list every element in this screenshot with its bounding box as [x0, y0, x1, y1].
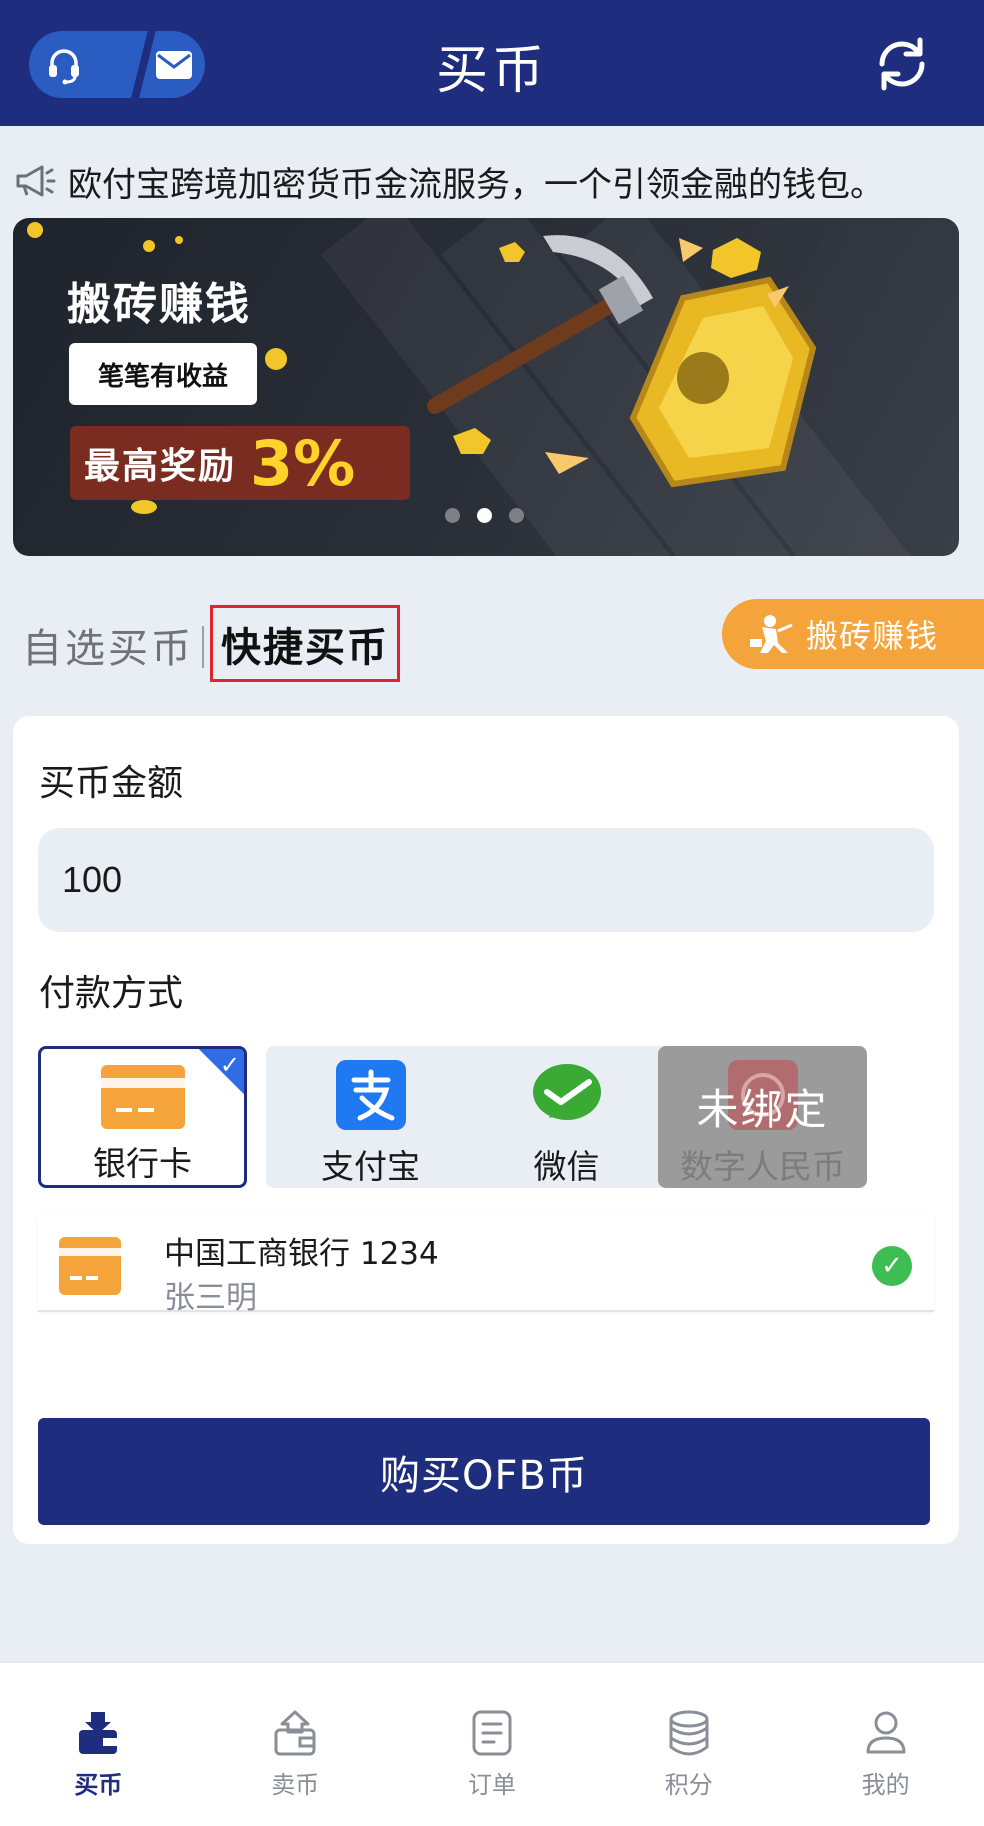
- payment-label: 银行卡: [93, 1144, 192, 1183]
- reward-label: 最高奖励: [84, 446, 237, 487]
- earn-money-label: 搬砖赚钱: [806, 617, 939, 655]
- payment-digital-rmb[interactable]: 未绑定 数字人民币: [658, 1046, 867, 1188]
- buy-form-card: 买币金额 付款方式 ✓ 银行卡: [13, 716, 959, 1544]
- announcement-text: 欧付宝跨境加密货币金流服务，一个引领金融的钱包。: [68, 164, 884, 205]
- amount-input[interactable]: [38, 828, 934, 932]
- nav-label: 卖币: [271, 1771, 320, 1799]
- carousel-dot[interactable]: [445, 508, 460, 523]
- nav-label: 订单: [467, 1771, 516, 1799]
- nav-orders[interactable]: 订单: [394, 1663, 591, 1826]
- coin-sparkle: [27, 222, 43, 238]
- top-bar: 买币: [0, 0, 984, 126]
- worker-icon: [748, 613, 794, 655]
- pickaxe-coin-illustration: [427, 235, 817, 488]
- nav-sell[interactable]: 卖币: [197, 1663, 394, 1826]
- nav-label: 买币: [74, 1771, 123, 1799]
- bank-card-icon: [58, 1236, 122, 1300]
- tab-divider: [202, 626, 204, 668]
- bottom-tab-bar: 买币 卖币 订单 积分 我的: [0, 1662, 984, 1826]
- payment-label: 数字人民币: [680, 1147, 845, 1186]
- nav-profile[interactable]: 我的: [787, 1663, 984, 1826]
- bank-account-row[interactable]: 中国工商银行 1234 张三明 ✓: [38, 1216, 934, 1316]
- payment-method-options: ✓ 银行卡 支付宝 微信 未绑定 数字人民币: [38, 1046, 938, 1190]
- points-icon: [667, 1705, 711, 1761]
- coin-sparkle: [265, 348, 287, 370]
- nav-label: 积分: [664, 1771, 713, 1799]
- coin-sparkle: [143, 240, 155, 252]
- payment-wechat[interactable]: 微信: [462, 1046, 671, 1188]
- unbound-overlay: 未绑定: [696, 1085, 829, 1134]
- check-circle-icon: ✓: [872, 1246, 912, 1286]
- alipay-icon: [335, 1060, 406, 1130]
- refresh-icon[interactable]: [868, 30, 936, 98]
- coin-sparkle: [175, 236, 183, 244]
- earn-money-button[interactable]: 搬砖赚钱: [722, 599, 984, 669]
- bank-account-name: 中国工商银行 1234: [164, 1236, 439, 1272]
- wechat-icon: [531, 1060, 603, 1130]
- amount-label: 买币金额: [39, 763, 184, 804]
- page-title: 买币: [435, 41, 548, 101]
- tab-quick-buy[interactable]: 快捷买币: [210, 605, 400, 682]
- payment-method-label: 付款方式: [39, 973, 184, 1014]
- nav-label: 我的: [861, 1771, 910, 1799]
- sell-coin-icon: [272, 1705, 318, 1761]
- coin-sparkle: [131, 500, 157, 514]
- bank-card-icon: [100, 1063, 186, 1131]
- buy-ofb-button[interactable]: 购买OFB币: [38, 1418, 930, 1525]
- nav-buy[interactable]: 买币: [0, 1663, 197, 1826]
- check-icon: ✓: [219, 1051, 240, 1079]
- payment-alipay[interactable]: 支付宝: [266, 1046, 475, 1188]
- buy-coin-icon: [75, 1705, 121, 1761]
- announcement-bar[interactable]: 欧付宝跨境加密货币金流服务，一个引领金融的钱包。: [14, 156, 974, 206]
- profile-icon: [864, 1705, 908, 1761]
- promo-banner[interactable]: 搬砖赚钱 笔笔有收益 最高奖励 3%: [13, 218, 959, 556]
- tab-custom-buy[interactable]: 自选买币: [22, 616, 194, 674]
- nav-points[interactable]: 积分: [590, 1663, 787, 1826]
- reward-value: 3%: [250, 426, 356, 500]
- carousel-dot-active[interactable]: [477, 508, 492, 523]
- payment-bank-card[interactable]: ✓ 银行卡: [38, 1046, 247, 1188]
- carousel-dot[interactable]: [509, 508, 524, 523]
- main-content: 欧付宝跨境加密货币金流服务，一个引领金融的钱包。 搬砖赚钱 笔笔有收益 最高奖励…: [0, 126, 984, 1662]
- bank-account-holder: 张三明: [164, 1280, 257, 1316]
- payment-label: 支付宝: [321, 1147, 420, 1186]
- banner-reward: 最高奖励 3%: [70, 426, 410, 500]
- banner-pill: 笔笔有收益: [69, 343, 257, 405]
- megaphone-icon: [14, 164, 58, 198]
- order-icon: [472, 1705, 512, 1761]
- banner-title: 搬砖赚钱: [67, 279, 251, 330]
- payment-label: 微信: [533, 1147, 600, 1186]
- buy-mode-tabs: 自选买币 快捷买币: [22, 596, 522, 686]
- carousel-dots: [445, 508, 524, 523]
